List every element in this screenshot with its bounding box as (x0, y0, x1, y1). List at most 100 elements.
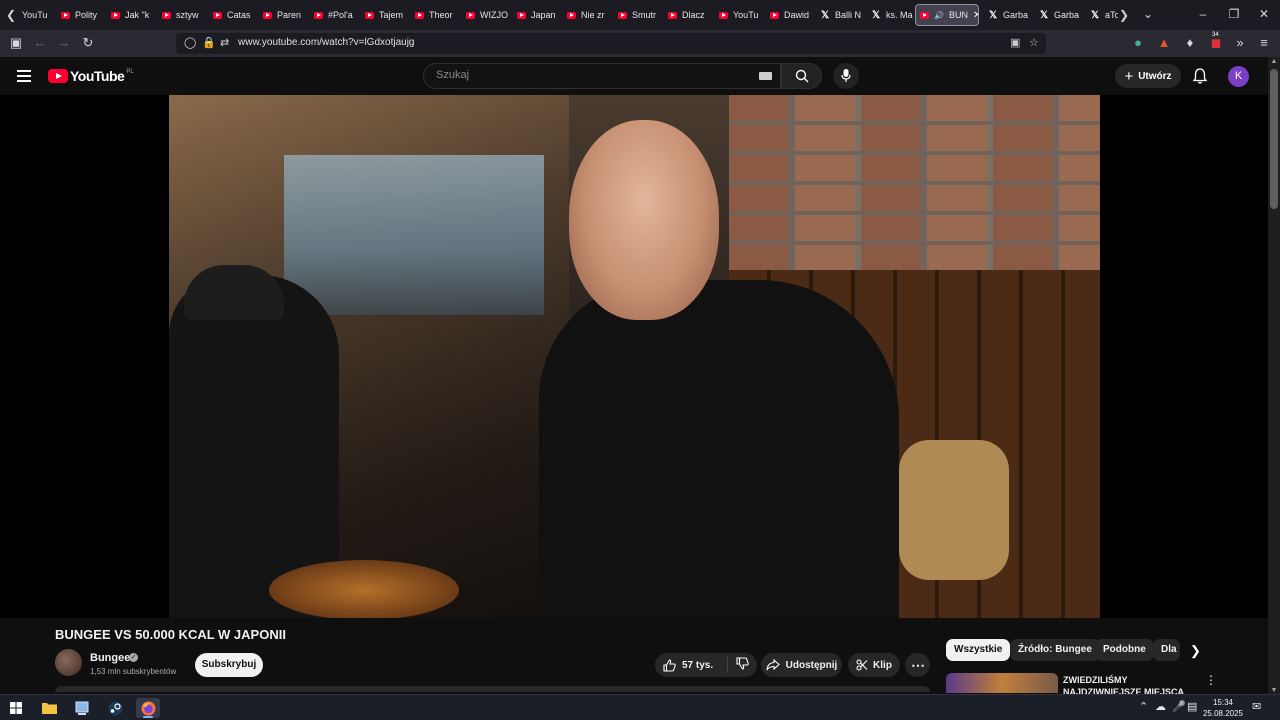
bookmark-star-icon[interactable]: ☆ (1029, 36, 1039, 49)
reload-icon[interactable]: ↻ (80, 35, 96, 51)
lock-icon[interactable]: 🔒 (202, 36, 216, 49)
taskbar-clock[interactable]: 15:34 25.08.2025 (1200, 697, 1246, 719)
browser-tab[interactable]: #Pol'a (310, 4, 358, 26)
scroll-down-icon[interactable]: ▼ (1268, 687, 1280, 694)
file-explorer-taskbar[interactable] (37, 698, 61, 718)
browser-tab[interactable]: 𝕏 Balli N (816, 4, 864, 26)
tabs-scroll-right-icon[interactable]: ❯ (1117, 7, 1131, 23)
notifications-bell-icon[interactable] (1191, 67, 1209, 85)
app-menu-icon[interactable]: ≡ (1256, 35, 1272, 51)
onedrive-cloud-icon[interactable]: ☁ (1155, 700, 1166, 713)
chip-similar[interactable]: Podobne (1095, 639, 1154, 661)
browser-tab[interactable]: Smutr (614, 4, 662, 26)
firefox-icon (141, 701, 155, 715)
browser-tab[interactable]: Paren (259, 4, 307, 26)
tabs-scroll-left-icon[interactable]: ❮ (4, 7, 18, 23)
browser-tab[interactable]: Polity (57, 4, 105, 26)
shield-icon[interactable]: ◯ (184, 36, 196, 49)
scrollbar-thumb[interactable] (1270, 69, 1278, 209)
close-window-icon[interactable]: ✕ (1256, 7, 1272, 21)
permissions-icon[interactable]: ⇄ (220, 36, 229, 49)
thumbs-up-icon (663, 658, 676, 672)
account-avatar[interactable]: K (1228, 66, 1249, 87)
browser-tab[interactable]: YouTu (18, 4, 54, 26)
dislike-button[interactable] (728, 657, 757, 673)
browser-tab[interactable]: 𝕏aTo (1086, 4, 1118, 26)
recommendation-title[interactable]: ZWIEDZILIŚMY NAJDZIWNIEJSZE MIEJSCA (1063, 674, 1188, 694)
recommendation-thumbnail[interactable] (946, 673, 1058, 693)
browser-tab[interactable]: Nie zr (563, 4, 611, 26)
like-button[interactable]: 57 tys. (655, 657, 728, 673)
youtube-favicon-icon (466, 11, 475, 19)
browser-tab[interactable]: 𝕏ks. Ma (867, 4, 915, 26)
windows-taskbar: ⌃ ☁ 🎤 ▤ 15:34 25.08.2025 ✉ (0, 694, 1280, 720)
chips-next-icon[interactable]: ❯ (1190, 643, 1201, 659)
steam-taskbar[interactable] (103, 698, 127, 718)
browser-tab[interactable]: Dawid (766, 4, 814, 26)
minimize-window-icon[interactable]: – (1195, 7, 1211, 21)
browser-tab[interactable]: WIZJO (462, 4, 510, 26)
youtube-logo[interactable]: YouTube PL (48, 68, 134, 84)
chip-source-channel[interactable]: Źródło: Bungee (1010, 639, 1100, 661)
guide-menu-icon[interactable] (17, 70, 31, 85)
back-icon[interactable]: ← (32, 35, 48, 51)
vpn-extension-icon[interactable]: ● (1130, 35, 1146, 51)
video-player[interactable] (0, 95, 1268, 618)
start-button[interactable] (4, 698, 28, 718)
more-tools-icon[interactable]: » (1232, 35, 1248, 51)
picture-in-picture-icon[interactable]: ▣ (1010, 36, 1020, 49)
more-actions-button[interactable]: ⋯ (905, 653, 930, 677)
browser-tab[interactable]: YouTu (715, 4, 763, 26)
scroll-up-icon[interactable]: ▲ (1268, 58, 1280, 65)
chip-all[interactable]: Wszystkie (946, 639, 1011, 661)
speaker-icon[interactable]: 🔊 (934, 11, 944, 20)
recommendation-menu-icon[interactable]: ⋮ (1205, 673, 1217, 687)
browser-tab[interactable]: 𝕏 Garba (1035, 4, 1083, 26)
video-frame[interactable] (169, 95, 1100, 618)
create-button[interactable]: + Utwórz (1115, 64, 1181, 88)
share-button[interactable]: Udostępnij (761, 653, 842, 677)
keyboard-icon[interactable] (759, 72, 772, 80)
youtube-favicon-icon (719, 11, 728, 19)
list-all-tabs-icon[interactable]: ⌄ (1140, 7, 1156, 21)
show-hidden-icons-icon[interactable]: ⌃ (1139, 700, 1148, 713)
country-code: PL (126, 68, 134, 75)
browser-tab[interactable]: Japan (513, 4, 561, 26)
page-scrollbar[interactable]: ▲ ▼ (1268, 57, 1280, 695)
url-text[interactable]: www.youtube.com/watch?v=lGdxotjaujg (238, 37, 414, 48)
browser-tab[interactable]: Tajem (361, 4, 409, 26)
tab-label: Dlacz (682, 10, 705, 20)
browser-tab[interactable]: Catas (209, 4, 257, 26)
forward-icon[interactable]: → (56, 35, 72, 51)
microphone-tray-icon[interactable]: 🎤 (1172, 700, 1186, 713)
chip-for-you[interactable]: Dla (1153, 639, 1180, 661)
extensions-puzzle-icon[interactable]: ♦ (1182, 35, 1198, 51)
fox-extension-icon[interactable]: ▲ (1156, 35, 1172, 51)
browser-tab[interactable]: Dlacz (664, 4, 712, 26)
restore-window-icon[interactable]: ❐ (1226, 7, 1242, 21)
browser-tab[interactable]: Jak "k (107, 4, 155, 26)
clip-label: Klip (873, 659, 892, 671)
channel-name[interactable]: Bungee (90, 652, 130, 664)
description-box[interactable] (55, 686, 930, 692)
search-input[interactable] (434, 68, 738, 82)
subscribe-button[interactable]: Subskrybuj (195, 653, 263, 677)
browser-tab-active[interactable]: 🔊 BUN ✕ (915, 4, 979, 26)
browser-tab[interactable]: Theor (411, 4, 459, 26)
tab-close-icon[interactable]: ✕ (973, 10, 978, 21)
clip-button[interactable]: Klip (848, 653, 900, 677)
network-icon[interactable]: ▤ (1187, 700, 1197, 713)
browser-navigation-bar: ▣ ← → ↻ ◯ 🔒 ⇄ www.youtube.com/watch?v=lG… (0, 30, 1280, 57)
voice-search-button[interactable] (833, 63, 859, 89)
firefox-taskbar[interactable] (136, 698, 160, 718)
tab-label: Dawid (784, 10, 810, 20)
channel-avatar[interactable] (55, 649, 82, 676)
browser-tab[interactable]: sztyw (158, 4, 206, 26)
steam-icon (108, 701, 122, 715)
notifications-center-icon[interactable]: ✉ (1252, 700, 1261, 713)
sidebar-toggle-icon[interactable]: ▣ (8, 35, 24, 51)
search-button[interactable] (781, 63, 822, 89)
address-bar[interactable]: ◯ 🔒 ⇄ www.youtube.com/watch?v=lGdxotjauj… (176, 33, 1046, 54)
browser-tab[interactable]: 𝕏 Garba (984, 4, 1032, 26)
app-taskbar[interactable] (70, 698, 94, 718)
